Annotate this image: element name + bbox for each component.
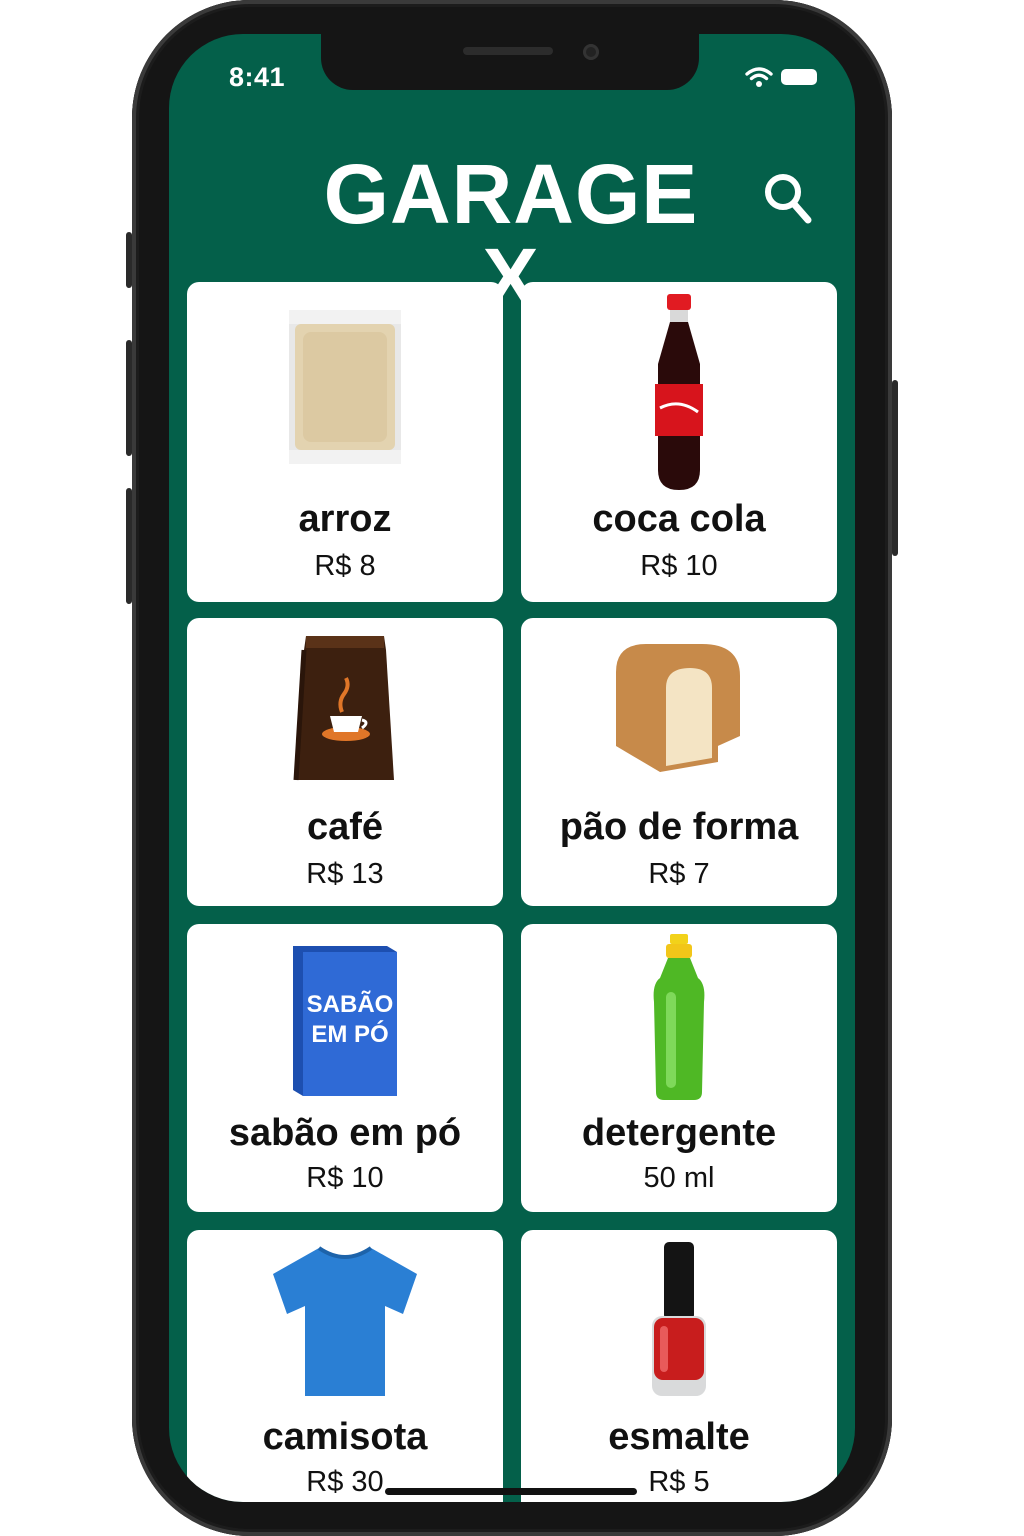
product-card-detergente[interactable]: detergente 50 ml: [521, 924, 837, 1212]
product-name: arroz: [298, 498, 392, 540]
product-card-sabao-em-po[interactable]: SABÃO EM PÓ sabão em pó R$ 10: [187, 924, 503, 1212]
product-price: R$ 10: [640, 550, 718, 582]
home-indicator[interactable]: [385, 1488, 637, 1495]
side-button-left-3: [126, 488, 132, 604]
status-time: 8:41: [229, 62, 286, 92]
app-screen: 8:41 GARAGE X arroz R$ 8 coca cola R$ 10…: [169, 34, 855, 1502]
wifi-icon: [745, 67, 773, 87]
product-card-pao-de-forma[interactable]: pão de forma R$ 7: [521, 618, 837, 906]
product-card-camisota[interactable]: camisota R$ 30: [187, 1230, 503, 1502]
nail-polish-image: [652, 1242, 706, 1396]
product-name: coca cola: [592, 498, 766, 540]
product-card-cafe[interactable]: café R$ 13: [187, 618, 503, 906]
coffee-bag-image: [293, 636, 394, 781]
front-camera: [583, 44, 599, 60]
svg-text:SABÃO: SABÃO: [307, 990, 394, 1018]
product-price: R$ 8: [314, 550, 376, 582]
svg-text:EM PÓ: EM PÓ: [311, 1020, 388, 1048]
battery-icon: [781, 69, 817, 85]
product-price: 50 ml: [643, 1162, 715, 1194]
detergent-box-image: SABÃO EM PÓ: [293, 946, 397, 1096]
product-card-esmalte[interactable]: esmalte R$ 5: [521, 1230, 837, 1502]
product-name: pão de forma: [559, 806, 799, 848]
product-price: R$ 13: [306, 858, 384, 890]
notch: [321, 34, 699, 90]
product-name: detergente: [581, 1112, 777, 1154]
rice-bag-image: [289, 310, 401, 464]
product-name: café: [306, 806, 384, 848]
speaker: [463, 47, 553, 55]
product-name: sabão em pó: [228, 1112, 462, 1154]
product-name: esmalte: [608, 1416, 750, 1458]
product-card-coca-cola[interactable]: coca cola R$ 10: [521, 282, 837, 602]
product-name: camisota: [262, 1416, 428, 1458]
search-button[interactable]: [761, 168, 815, 228]
status-icons: [745, 66, 817, 88]
bread-loaf-image: [616, 644, 740, 772]
product-price: R$ 10: [306, 1162, 384, 1194]
tshirt-image: [273, 1246, 417, 1396]
side-button-right: [892, 380, 898, 556]
cola-bottle-image: [655, 294, 703, 490]
dish-soap-bottle-image: [653, 934, 705, 1100]
side-button-left-2: [126, 340, 132, 456]
search-icon: [765, 174, 812, 224]
product-price: R$ 7: [648, 858, 710, 890]
side-button-left-1: [126, 232, 132, 288]
product-card-arroz[interactable]: arroz R$ 8: [187, 282, 503, 602]
